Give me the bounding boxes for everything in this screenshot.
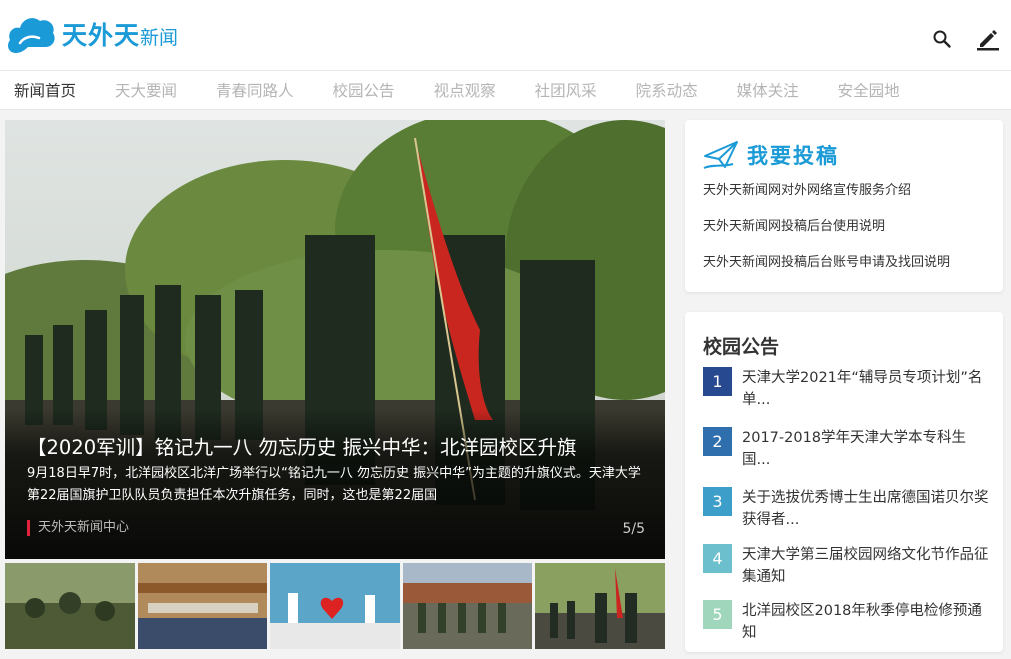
thumbnail-4[interactable] (402, 563, 533, 649)
thumbnail-5[interactable] (535, 563, 665, 649)
submit-link-account[interactable]: 天外天新闻网投稿后台账号申请及找回说明 (703, 254, 950, 290)
submit-title: 我要投稿 (747, 144, 839, 168)
submit-article-card: 我要投稿 天外天新闻网对外网络宣传服务介绍 天外天新闻网投稿后台使用说明 天外天… (685, 120, 1003, 292)
header-actions (929, 26, 1001, 52)
rank-badge: 2 (703, 427, 732, 456)
notice-text: 关于选拔优秀博士生出席德国诺贝尔奖获得者... (742, 490, 989, 528)
nav-item-campus-notice[interactable]: 校园公告 (333, 79, 395, 101)
thumbnail-1[interactable] (5, 563, 135, 649)
cloud-logo-icon (8, 18, 55, 53)
logo-text: 天外天新闻 (62, 20, 179, 50)
rank-badge: 4 (703, 544, 732, 573)
nav-item-media[interactable]: 媒体关注 (737, 79, 799, 101)
submit-links: 天外天新闻网对外网络宣传服务介绍 天外天新闻网投稿后台使用说明 天外天新闻网投稿… (703, 182, 950, 290)
submit-link-intro[interactable]: 天外天新闻网对外网络宣传服务介绍 (703, 182, 950, 218)
site-logo[interactable]: 天外天新闻 (6, 13, 178, 57)
list-item[interactable]: 2 2017-2018学年天津大学本专科生国... (703, 427, 992, 487)
featured-slider[interactable]: 【2020军训】铭记九一八 勿忘历史 振兴中华：北洋园校区升旗 9月18日早7时… (5, 120, 665, 559)
search-icon[interactable] (929, 26, 955, 52)
notice-title: 校园公告 (703, 336, 780, 358)
rank-badge: 1 (703, 367, 732, 396)
main-nav: 新闻首页 天大要闻 青春同路人 校园公告 视点观察 社团风采 院系动态 媒体关注… (0, 70, 1011, 110)
thumbnail-2[interactable] (137, 563, 268, 649)
submit-header[interactable]: 我要投稿 (703, 140, 839, 170)
list-item[interactable]: 1 天津大学2021年“辅导员专项计划”名单... (703, 367, 992, 427)
nav-item-clubs[interactable]: 社团风采 (535, 79, 597, 101)
rank-badge: 3 (703, 487, 732, 516)
nav-item-youth[interactable]: 青春同路人 (216, 79, 294, 101)
list-item[interactable]: 5 北洋园校区2018年秋季停电检修预通知 (703, 600, 992, 641)
slide-title[interactable]: 【2020军训】铭记九一八 勿忘历史 振兴中华：北洋园校区升旗 (27, 431, 577, 460)
nav-item-safety[interactable]: 安全园地 (838, 79, 900, 101)
notice-list: 1 天津大学2021年“辅导员专项计划”名单... 2 2017-2018学年天… (703, 367, 992, 641)
paper-plane-icon (703, 141, 738, 169)
campus-notice-card: 校园公告 1 天津大学2021年“辅导员专项计划”名单... 2 2017-20… (685, 312, 1003, 652)
slide-counter: 5/5 (622, 521, 645, 537)
list-item[interactable]: 3 关于选拔优秀博士生出席德国诺贝尔奖获得者... (703, 487, 992, 544)
top-header: 天外天新闻 (0, 0, 1011, 70)
slider-thumbnails (5, 563, 665, 649)
nav-item-departments[interactable]: 院系动态 (636, 79, 698, 101)
notice-text: 天津大学第三届校园网络文化节作品征集通知 (742, 547, 989, 585)
list-item[interactable]: 4 天津大学第三届校园网络文化节作品征集通知 (703, 544, 992, 600)
slide-source: 天外天新闻中心 (27, 520, 129, 536)
nav-item-viewpoint[interactable]: 视点观察 (434, 79, 496, 101)
slide-description: 9月18日早7时，北洋园校区北洋广场举行以“铭记九一八 勿忘历史 振兴中华”为主… (27, 466, 641, 503)
notice-text: 2017-2018学年天津大学本专科生国... (742, 430, 967, 468)
notice-text: 北洋园校区2018年秋季停电检修预通知 (742, 603, 982, 641)
rank-badge: 5 (703, 600, 732, 629)
submit-link-guide[interactable]: 天外天新闻网投稿后台使用说明 (703, 218, 950, 254)
notice-text: 天津大学2021年“辅导员专项计划”名单... (742, 370, 983, 408)
thumbnail-3[interactable] (270, 563, 400, 649)
edit-icon[interactable] (975, 26, 1001, 52)
nav-item-tju-news[interactable]: 天大要闻 (115, 79, 177, 101)
nav-item-home[interactable]: 新闻首页 (14, 79, 76, 101)
